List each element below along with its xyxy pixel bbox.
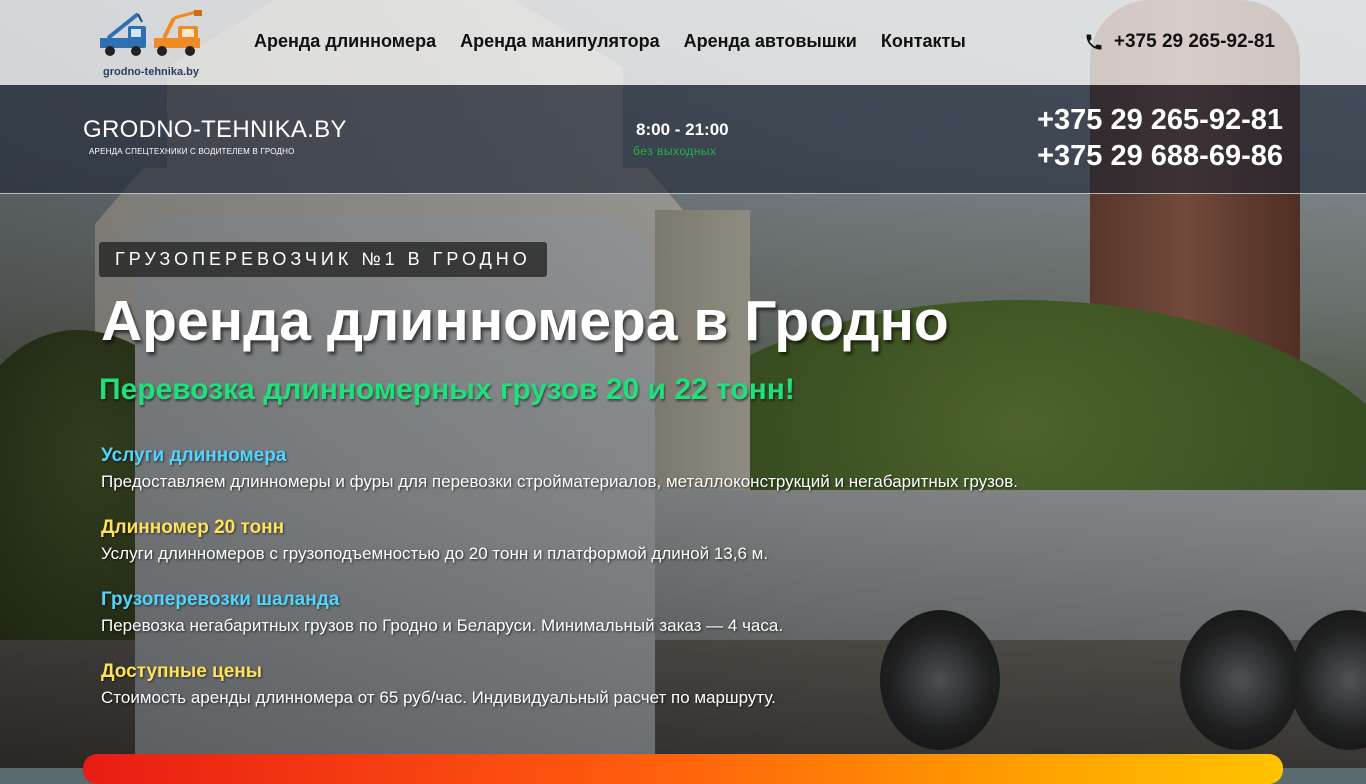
brand-title: GRODNO-TEHNIKA.BY	[83, 116, 347, 143]
menu-item-contacts[interactable]: Контакты	[881, 31, 966, 52]
working-hours-note: без выходных	[633, 144, 717, 158]
features-list: Услуги длинномера Предоставляем длинноме…	[101, 444, 1201, 732]
feature-item: Грузоперевозки шаланда Перевозка негабар…	[101, 588, 1201, 660]
main-menu: Аренда длинномера Аренда манипулятора Ар…	[254, 31, 966, 52]
hero-badge: ГРУЗОПЕРЕВОЗЧИК №1 В ГРОДНО	[99, 242, 547, 277]
feature-item: Услуги длинномера Предоставляем длинноме…	[101, 444, 1201, 516]
feature-text: Услуги длинномеров с грузоподъемностью д…	[101, 544, 769, 563]
contact-phones: +375 29 265-92-81 +375 29 688-69-86	[1037, 102, 1283, 174]
feature-title: Грузоперевозки шаланда	[101, 589, 340, 610]
phone-link-1[interactable]: +375 29 265-92-81	[1037, 102, 1283, 138]
hero-subtitle: Перевозка длинномерных грузов 20 и 22 то…	[99, 373, 795, 406]
info-bar: GRODNO-TEHNIKA.BY АРЕНДА СПЕЦТЕХНИКИ С В…	[0, 85, 1366, 194]
feature-text: Перевозка негабаритных грузов по Гродно …	[101, 616, 784, 635]
brand-subtitle: АРЕНДА СПЕЦТЕХНИКИ С ВОДИТЕЛЕМ В ГРОДНО	[89, 147, 295, 156]
menu-item-dlinnomer[interactable]: Аренда длинномера	[254, 31, 436, 52]
feature-title: Длинномер 20 тонн	[101, 517, 285, 538]
feature-item: Длинномер 20 тонн Услуги длинномеров с г…	[101, 516, 1201, 588]
feature-text: Предоставляем длинномеры и фуры для пере…	[101, 472, 1018, 491]
trucks-logo-icon	[100, 10, 202, 56]
menu-item-avtovyshka[interactable]: Аренда автовышки	[684, 31, 857, 52]
header-phone-number: +375 29 265-92-81	[1113, 31, 1275, 52]
phone-icon	[1086, 34, 1102, 50]
page-title: Аренда длинномера в Гродно	[101, 289, 949, 353]
feature-text: Стоимость аренды длинномера от 65 руб/ча…	[101, 688, 776, 707]
phone-link-2[interactable]: +375 29 688-69-86	[1037, 138, 1283, 174]
header-phone-link[interactable]: +375 29 265-92-81	[1084, 31, 1275, 53]
site-logo[interactable]: grodno-tehnika.by	[98, 8, 204, 78]
cta-banner[interactable]	[83, 754, 1283, 784]
working-hours: 8:00 - 21:00	[636, 120, 729, 139]
menu-item-manipulator[interactable]: Аренда манипулятора	[460, 31, 660, 52]
feature-item: Доступные цены Стоимость аренды длинноме…	[101, 660, 1201, 732]
feature-title: Услуги длинномера	[101, 445, 287, 466]
top-navigation: grodno-tehnika.by Аренда длинномера Арен…	[0, 0, 1366, 85]
feature-title: Доступные цены	[101, 661, 263, 682]
logo-text: grodno-tehnika.by	[103, 66, 199, 78]
